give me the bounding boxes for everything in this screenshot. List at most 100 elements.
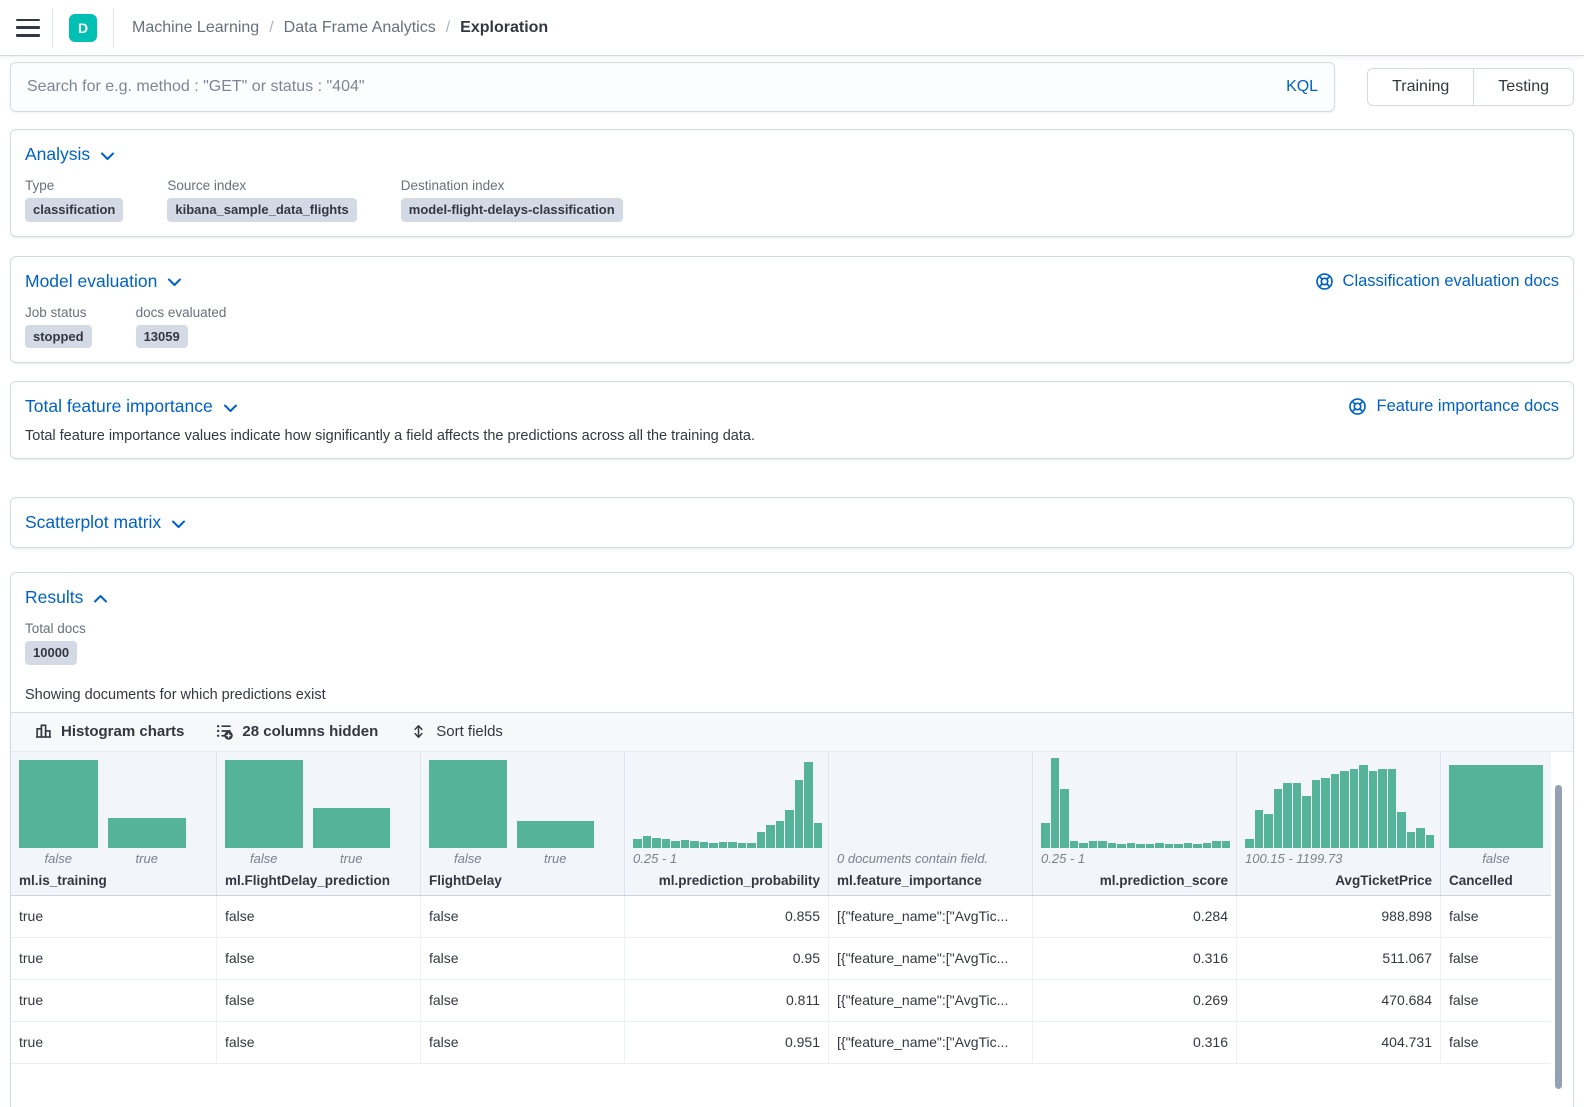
grid-column-header[interactable]: 100.15 - 1199.73AvgTicketPrice: [1237, 752, 1441, 895]
columns-hidden-button[interactable]: 28 columns hidden: [216, 723, 378, 740]
sort-fields-button[interactable]: Sort fields: [410, 723, 503, 740]
columns-list-icon: [216, 723, 233, 740]
results-section-toggle[interactable]: Results: [25, 587, 108, 608]
grid-cell[interactable]: [{"feature_name":["AvgTic...: [829, 980, 1033, 1021]
grid-cell[interactable]: false: [217, 938, 421, 979]
nav-divider: [113, 8, 114, 48]
chevron-up-icon: [93, 594, 108, 604]
column-histogram: [625, 758, 828, 848]
training-button[interactable]: Training: [1368, 69, 1473, 105]
grid-cell[interactable]: false: [217, 1022, 421, 1063]
histogram-bar: [1051, 758, 1060, 848]
space-avatar[interactable]: D: [69, 14, 97, 42]
column-histogram: [1441, 758, 1551, 848]
feature-importance-description: Total feature importance values indicate…: [25, 428, 1559, 444]
section-title: Model evaluation: [25, 271, 157, 292]
grid-cell[interactable]: 0.316: [1033, 938, 1237, 979]
grid-cell[interactable]: false: [1441, 980, 1551, 1021]
chevron-down-icon: [100, 151, 115, 161]
grid-cell[interactable]: 0.269: [1033, 980, 1237, 1021]
sort-icon: [410, 723, 427, 740]
grid-cell[interactable]: 0.284: [1033, 896, 1237, 937]
histogram-bar: [757, 832, 766, 848]
grid-column-header[interactable]: falsetrueFlightDelay: [421, 752, 625, 895]
search-row: KQL Training Testing: [10, 62, 1574, 112]
section-title: Total feature importance: [25, 396, 213, 417]
grid-cell[interactable]: false: [217, 896, 421, 937]
vertical-scrollbar[interactable]: [1555, 785, 1562, 1089]
results-panel: Results Total docs 10000 Showing documen…: [10, 572, 1574, 1107]
table-row: truefalsefalse0.811[{"feature_name":["Av…: [11, 980, 1551, 1022]
grid-column-header[interactable]: 0.25 - 1ml.prediction_probability: [625, 752, 829, 895]
analysis-panel: Analysis Type classification Source inde…: [10, 129, 1574, 237]
histogram-bar: [1098, 841, 1107, 848]
grid-cell[interactable]: 0.811: [625, 980, 829, 1021]
grid-cell[interactable]: 0.855: [625, 896, 829, 937]
grid-cell[interactable]: true: [11, 938, 217, 979]
grid-cell[interactable]: false: [1441, 938, 1551, 979]
results-subtitle: Showing documents for which predictions …: [25, 687, 1559, 703]
breadcrumb-data-frame-analytics[interactable]: Data Frame Analytics: [284, 19, 436, 37]
grid-column-header[interactable]: falsetrueml.is_training: [11, 752, 217, 895]
histogram-charts-button[interactable]: Histogram charts: [35, 723, 184, 740]
grid-cell[interactable]: 0.951: [625, 1022, 829, 1063]
histogram-bar: [1245, 839, 1254, 848]
field-label: docs evaluated: [136, 305, 227, 320]
help-lifebuoy-icon: [1315, 272, 1334, 291]
breadcrumb-separator: /: [446, 19, 450, 37]
section-title: Results: [25, 587, 83, 608]
grid-column-header[interactable]: falseCancelled: [1441, 752, 1551, 895]
grid-cell[interactable]: [{"feature_name":["AvgTic...: [829, 1022, 1033, 1063]
total-feature-importance-section-toggle[interactable]: Total feature importance: [25, 396, 238, 417]
breadcrumb-exploration: Exploration: [460, 19, 548, 37]
grid-column-header[interactable]: 0 documents contain field.ml.feature_imp…: [829, 752, 1033, 895]
grid-cell[interactable]: 404.731: [1237, 1022, 1441, 1063]
classification-evaluation-docs-link[interactable]: Classification evaluation docs: [1315, 272, 1559, 291]
job-status-field: Job status stopped: [25, 305, 92, 349]
job-status-badge: stopped: [25, 325, 92, 349]
grid-cell[interactable]: true: [11, 980, 217, 1021]
training-testing-toggle: Training Testing: [1367, 68, 1574, 106]
grid-cell[interactable]: [{"feature_name":["AvgTic...: [829, 896, 1033, 937]
grid-cell[interactable]: 0.95: [625, 938, 829, 979]
histogram-bar: [1350, 769, 1359, 848]
grid-cell[interactable]: false: [421, 1022, 625, 1063]
kql-language-button[interactable]: KQL: [1284, 74, 1320, 100]
grid-header-row: falsetrueml.is_trainingfalsetrueml.Fligh…: [11, 752, 1551, 896]
histogram-bar: [225, 760, 303, 847]
section-title: Analysis: [25, 144, 90, 165]
grid-toolbar: Histogram charts 28 columns hidden: [11, 712, 1573, 752]
grid-cell[interactable]: false: [421, 896, 625, 937]
histogram-bar: [766, 825, 775, 848]
grid-cell[interactable]: 988.898: [1237, 896, 1441, 937]
grid-cell[interactable]: [{"feature_name":["AvgTic...: [829, 938, 1033, 979]
section-title: Scatterplot matrix: [25, 512, 161, 533]
grid-cell[interactable]: false: [1441, 1022, 1551, 1063]
model-evaluation-section-toggle[interactable]: Model evaluation: [25, 271, 182, 292]
grid-cell[interactable]: false: [217, 980, 421, 1021]
breadcrumb-machine-learning[interactable]: Machine Learning: [132, 19, 259, 37]
grid-cell[interactable]: 470.684: [1237, 980, 1441, 1021]
grid-cell[interactable]: true: [11, 896, 217, 937]
doc-link-label: Feature importance docs: [1376, 397, 1559, 416]
grid-cell[interactable]: true: [11, 1022, 217, 1063]
analysis-section-toggle[interactable]: Analysis: [25, 144, 115, 165]
search-bar[interactable]: KQL: [10, 62, 1335, 112]
histogram-bar: [662, 839, 671, 848]
scatterplot-matrix-section-toggle[interactable]: Scatterplot matrix: [25, 512, 186, 533]
grid-cell[interactable]: 0.316: [1033, 1022, 1237, 1063]
histogram-bar: [1293, 783, 1302, 848]
grid-cell[interactable]: false: [421, 980, 625, 1021]
column-name: ml.prediction_score: [1033, 869, 1236, 895]
search-input[interactable]: [25, 77, 1284, 97]
column-histogram: [829, 758, 1032, 848]
grid-cell[interactable]: 511.067: [1237, 938, 1441, 979]
menu-icon[interactable]: [16, 19, 40, 37]
testing-button[interactable]: Testing: [1473, 69, 1573, 105]
grid-column-header[interactable]: 0.25 - 1ml.prediction_score: [1033, 752, 1237, 895]
field-label: Total docs: [25, 621, 86, 636]
grid-cell[interactable]: false: [1441, 896, 1551, 937]
feature-importance-docs-link[interactable]: Feature importance docs: [1348, 397, 1559, 416]
grid-column-header[interactable]: falsetrueml.FlightDelay_prediction: [217, 752, 421, 895]
grid-cell[interactable]: false: [421, 938, 625, 979]
